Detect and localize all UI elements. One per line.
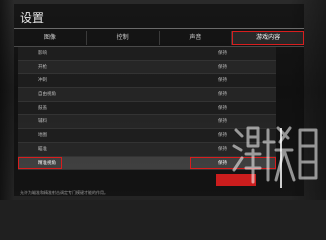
site-watermark-logo-icon (232, 126, 318, 184)
setting-value[interactable]: 保持 (218, 157, 227, 170)
setting-value[interactable]: 保持 (218, 61, 227, 74)
page-title: 设置 (20, 11, 45, 25)
setting-label: 瞄准 (38, 146, 47, 152)
setting-value[interactable]: 保持 (218, 74, 227, 87)
title-divider (14, 28, 304, 29)
setting-value[interactable]: 保持 (218, 102, 227, 115)
setting-row[interactable]: 开枪 保持 (18, 60, 276, 75)
setting-label: 自由视角 (38, 92, 56, 98)
setting-value[interactable]: 保持 (218, 47, 227, 60)
tab-gameplay[interactable]: 游戏内容 (232, 31, 304, 45)
settings-tabs: 图像 控制 声音 游戏内容 (14, 31, 304, 45)
setting-value[interactable]: 保持 (218, 143, 227, 156)
setting-row[interactable]: 鼓盖 保持 (18, 101, 276, 116)
setting-label: 影响 (38, 51, 47, 56)
setting-row[interactable]: 影响 保持 (18, 47, 276, 61)
setting-label: 鼓盖 (38, 105, 47, 111)
setting-value[interactable]: 保持 (218, 88, 227, 101)
tab-graphics[interactable]: 图像 (14, 31, 87, 45)
setting-description: 允许为瞄准和精准射击调定专门模键才能的作用。 (20, 190, 108, 195)
setting-row[interactable]: 自由视角 保持 (18, 88, 276, 102)
setting-label: 辅料 (38, 119, 47, 125)
setting-label: 地图 (38, 133, 47, 139)
setting-row[interactable]: 冲刺 保持 (18, 74, 276, 89)
setting-label: 开枪 (38, 64, 47, 70)
setting-label: 精准视角 (38, 160, 56, 166)
setting-label: 冲刺 (38, 78, 47, 84)
tab-controls[interactable]: 控制 (87, 31, 160, 45)
setting-value[interactable]: 保持 (218, 129, 227, 142)
setting-value[interactable]: 保持 (218, 115, 227, 128)
tab-audio[interactable]: 声音 (160, 31, 233, 45)
